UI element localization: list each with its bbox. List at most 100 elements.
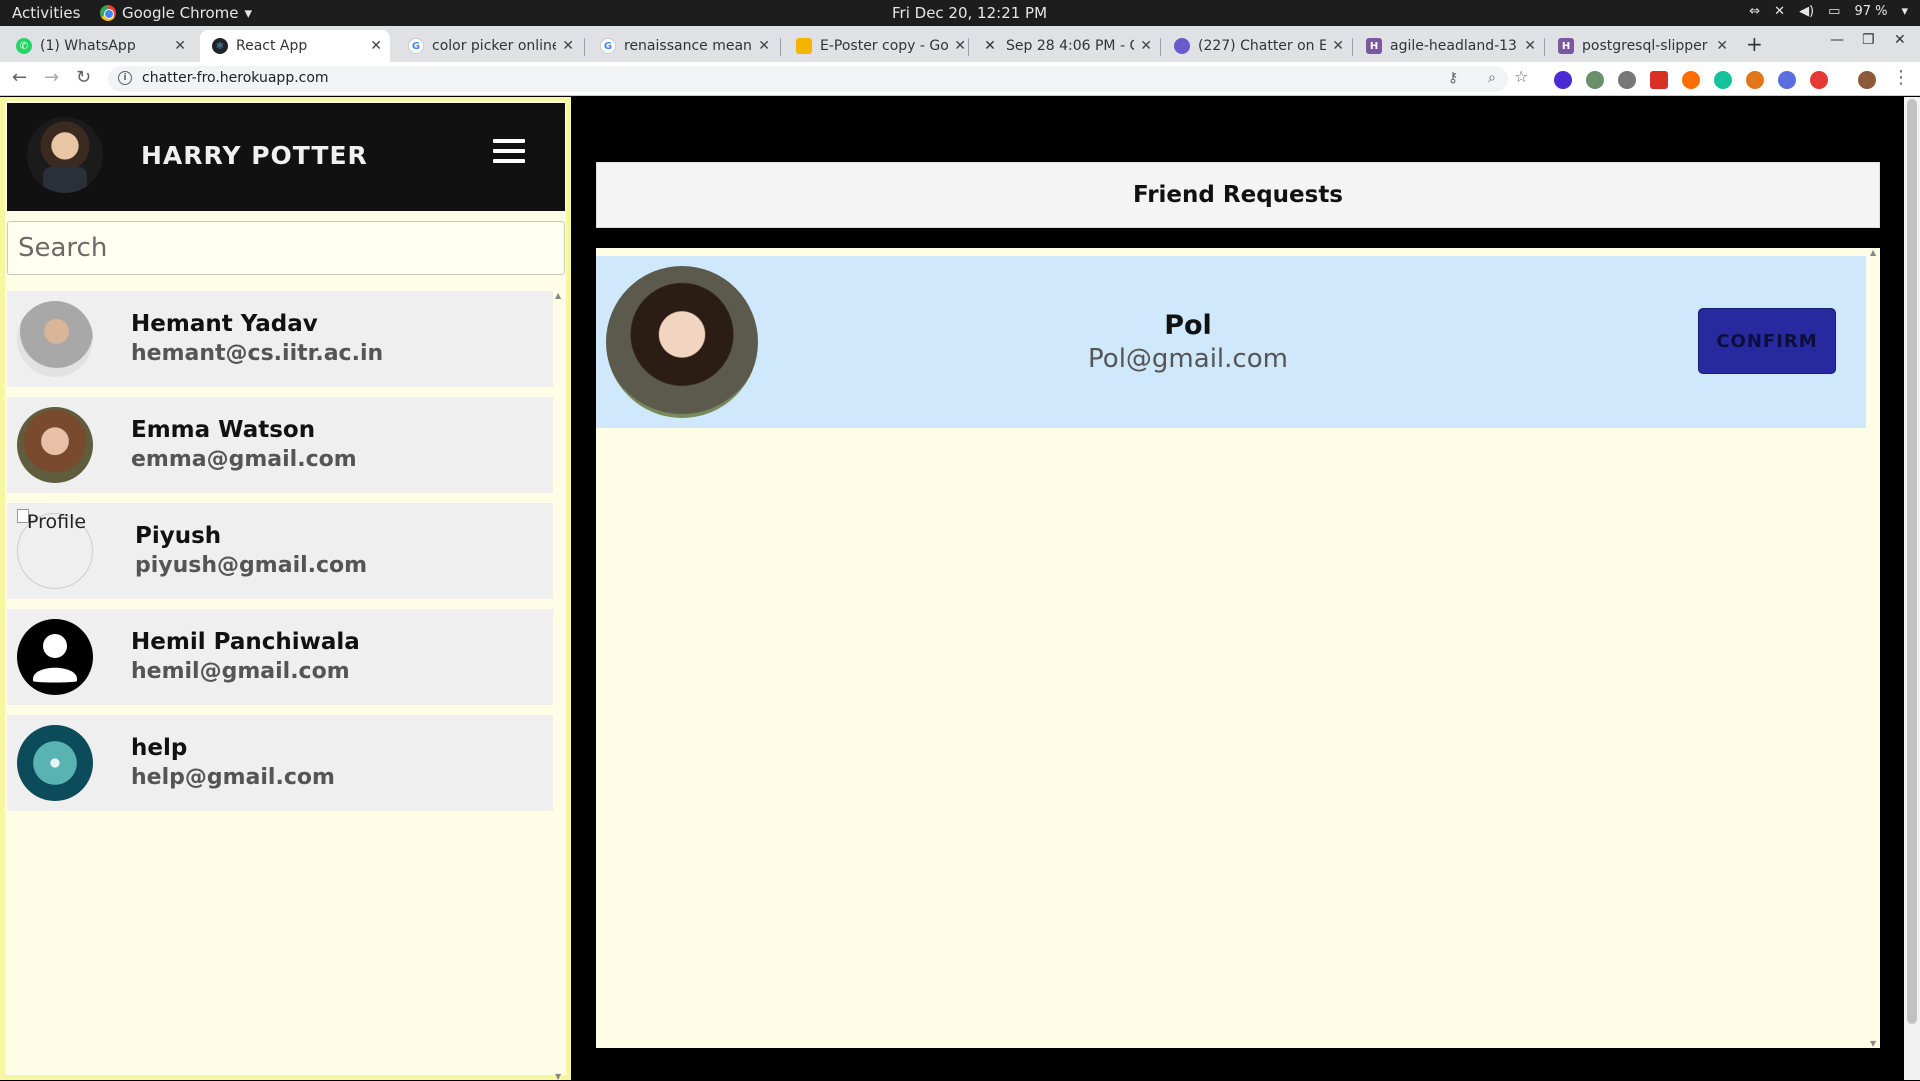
- sidebar-scrollbar[interactable]: ▲ ▼: [554, 291, 564, 1081]
- friend-request-item: Pol Pol@gmail.com CONFIRM: [596, 256, 1866, 428]
- tab-label: E-Poster copy - Go: [820, 38, 949, 54]
- tab-label: Sep 28 4:06 PM - C: [1006, 38, 1135, 54]
- request-email: Pol@gmail.com: [1088, 344, 1288, 374]
- scroll-down-icon[interactable]: ▼: [1870, 1039, 1876, 1048]
- address-bar[interactable]: i chatter-fro.herokuapp.com ⚷ ⌕: [108, 66, 1508, 92]
- close-icon[interactable]: ✕: [954, 38, 966, 54]
- extension-icon[interactable]: [1618, 71, 1636, 89]
- friend-email: piyush@gmail.com: [135, 553, 368, 578]
- hamburger-menu-icon[interactable]: [493, 137, 525, 165]
- extension-icon[interactable]: [1810, 71, 1828, 89]
- zoom-icon[interactable]: ⌕: [1488, 70, 1496, 86]
- friend-email: hemant@cs.iitr.ac.in: [131, 341, 384, 366]
- tab-renaissance[interactable]: G renaissance meani ✕: [588, 30, 778, 62]
- google-icon: G: [600, 38, 616, 54]
- tab-label: React App: [236, 38, 308, 54]
- extension-icon[interactable]: [1554, 71, 1572, 89]
- tab-whatsapp[interactable]: ✆ (1) WhatsApp ✕: [4, 30, 194, 62]
- close-icon[interactable]: ✕: [562, 38, 574, 54]
- friend-item[interactable]: Emma Watson emma@gmail.com: [7, 397, 553, 493]
- close-icon[interactable]: ✕: [370, 38, 382, 54]
- key-icon[interactable]: ⚷: [1448, 70, 1458, 86]
- friend-item[interactable]: help help@gmail.com: [7, 715, 553, 811]
- close-icon[interactable]: ✕: [1332, 38, 1344, 54]
- friend-name: Piyush: [135, 523, 222, 549]
- chevron-down-icon: ▾: [1901, 4, 1908, 19]
- close-icon[interactable]: ✕: [174, 38, 186, 54]
- clock[interactable]: Fri Dec 20, 12:21 PM: [892, 4, 1047, 22]
- extension-icon[interactable]: [1682, 71, 1700, 89]
- os-top-bar: Activities Google Chrome ▾ Fri Dec 20, 1…: [0, 0, 1920, 26]
- sidebar: HARRY POTTER Hemant Yadav hemant@cs.iitr…: [0, 97, 571, 1081]
- person-icon: [17, 619, 93, 695]
- forward-button[interactable]: →: [44, 67, 59, 88]
- friend-avatar: [17, 725, 93, 801]
- browser-toolbar: ← → ↻ i chatter-fro.herokuapp.com ⚷ ⌕ ☆ …: [0, 62, 1920, 96]
- heroku-icon: H: [1366, 38, 1382, 54]
- close-icon[interactable]: ✕: [1716, 38, 1728, 54]
- confirm-button[interactable]: CONFIRM: [1698, 308, 1836, 374]
- close-icon[interactable]: ✕: [1140, 38, 1152, 54]
- avatar-alt-text: Profile: [27, 511, 87, 533]
- requests-scrollbar[interactable]: ▲ ▼: [1868, 248, 1880, 1048]
- grammarly-icon[interactable]: [1714, 71, 1732, 89]
- new-tab-button[interactable]: +: [1746, 32, 1763, 56]
- tab-separator: [1160, 38, 1161, 56]
- menu-bar: [493, 139, 525, 143]
- friend-email: emma@gmail.com: [131, 447, 357, 472]
- scrollbar-thumb[interactable]: [1907, 99, 1917, 1024]
- window-close-button[interactable]: ✕: [1894, 32, 1906, 48]
- chrome-icon: [100, 5, 116, 21]
- tab-separator: [584, 38, 585, 56]
- profile-avatar[interactable]: [1858, 71, 1876, 89]
- menu-bar: [493, 159, 525, 163]
- minimize-button[interactable]: —: [1830, 32, 1844, 48]
- volume-icon: ◀): [1799, 4, 1815, 19]
- friend-item[interactable]: Hemant Yadav hemant@cs.iitr.ac.in: [7, 291, 553, 387]
- friend-name: help: [131, 735, 188, 761]
- page-scrollbar[interactable]: [1904, 97, 1920, 1080]
- system-tray[interactable]: ⇔ ✕ ◀) ▭ 97 % ▾: [1749, 4, 1908, 19]
- extension-icon[interactable]: [1650, 71, 1668, 89]
- activities-button[interactable]: Activities: [12, 4, 80, 22]
- bluetooth-off-icon: ✕: [1774, 4, 1786, 19]
- close-icon[interactable]: ✕: [758, 38, 770, 54]
- bookmark-star-icon[interactable]: ☆: [1514, 67, 1528, 86]
- tab-agile-headland[interactable]: H agile-headland-13 ✕: [1354, 30, 1544, 62]
- back-button[interactable]: ←: [12, 67, 27, 88]
- friend-item[interactable]: Hemil Panchiwala hemil@gmail.com: [7, 609, 553, 705]
- metamask-icon[interactable]: [1746, 71, 1764, 89]
- crossed-arrows-icon: ✕: [984, 38, 996, 54]
- tab-strip: ✆ (1) WhatsApp ✕ ⚛ React App ✕ G color p…: [0, 26, 1920, 62]
- extension-icon[interactable]: [1778, 71, 1796, 89]
- info-icon[interactable]: i: [118, 71, 132, 85]
- scroll-up-icon[interactable]: ▲: [555, 291, 561, 300]
- page-title: Friend Requests: [1132, 182, 1344, 208]
- tab-label: agile-headland-13: [1390, 38, 1517, 54]
- extension-icon[interactable]: [1586, 71, 1604, 89]
- friend-email: hemil@gmail.com: [131, 659, 350, 684]
- app-menu[interactable]: Google Chrome ▾: [100, 4, 252, 22]
- tab-sep-28[interactable]: ✕ Sep 28 4:06 PM - C ✕: [970, 30, 1160, 62]
- request-name: Pol: [1164, 310, 1212, 341]
- google-icon: G: [408, 38, 424, 54]
- search-input[interactable]: [7, 221, 565, 275]
- kebab-menu-icon[interactable]: ⋮: [1892, 67, 1910, 88]
- close-icon[interactable]: ✕: [1524, 38, 1536, 54]
- battery-level: 97 %: [1854, 4, 1888, 19]
- video-icon: [1174, 38, 1190, 54]
- restore-button[interactable]: ❐: [1862, 32, 1875, 48]
- tab-chatter-video[interactable]: (227) Chatter on E ✕: [1162, 30, 1352, 62]
- scroll-up-icon[interactable]: ▲: [1870, 248, 1876, 257]
- user-avatar[interactable]: [27, 117, 103, 193]
- react-icon: ⚛: [212, 38, 228, 54]
- tab-react-app[interactable]: ⚛ React App ✕: [200, 30, 390, 62]
- network-icon: ⇔: [1749, 4, 1761, 19]
- friend-item[interactable]: Profile Piyush piyush@gmail.com: [7, 503, 553, 599]
- reload-button[interactable]: ↻: [76, 67, 91, 88]
- battery-icon: ▭: [1828, 4, 1841, 19]
- friend-name: Hemil Panchiwala: [131, 629, 360, 655]
- tab-postgresql[interactable]: H postgresql-slipper ✕: [1546, 30, 1736, 62]
- tab-color-picker[interactable]: G color picker online ✕: [396, 30, 582, 62]
- tab-e-poster[interactable]: E-Poster copy - Go ✕: [784, 30, 974, 62]
